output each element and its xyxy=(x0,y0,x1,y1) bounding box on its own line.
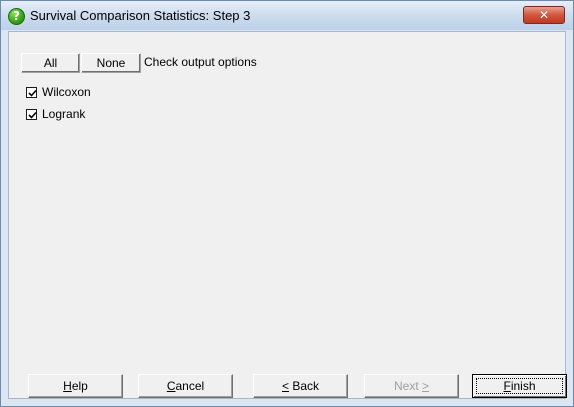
checkmark-icon xyxy=(28,89,37,97)
close-button[interactable]: ✕ xyxy=(523,6,565,24)
help-button[interactable]: Help xyxy=(28,374,123,398)
checkbox-wilcoxon[interactable] xyxy=(26,87,37,98)
dialog-content: All None Check output options Wilcoxon L… xyxy=(8,31,566,399)
back-button[interactable]: < Back xyxy=(253,374,348,398)
finish-button[interactable]: Finish xyxy=(472,374,567,398)
next-button[interactable]: Next > xyxy=(364,374,459,398)
focus-rectangle xyxy=(476,378,563,394)
help-question-icon: ? xyxy=(8,8,25,25)
cancel-button[interactable]: Cancel xyxy=(138,374,233,398)
option-label: Wilcoxon xyxy=(42,85,91,99)
dialog-window: ? Survival Comparison Statistics: Step 3… xyxy=(0,0,574,407)
checkbox-logrank[interactable] xyxy=(26,109,37,120)
close-icon: ✕ xyxy=(538,8,550,22)
select-all-button[interactable]: All xyxy=(21,53,80,73)
option-label: Logrank xyxy=(42,107,86,121)
window-title: Survival Comparison Statistics: Step 3 xyxy=(30,8,251,23)
select-none-button[interactable]: None xyxy=(81,53,141,73)
checkmark-icon xyxy=(28,111,37,119)
title-bar: ? Survival Comparison Statistics: Step 3… xyxy=(1,1,573,30)
instruction-label: Check output options xyxy=(144,55,257,69)
